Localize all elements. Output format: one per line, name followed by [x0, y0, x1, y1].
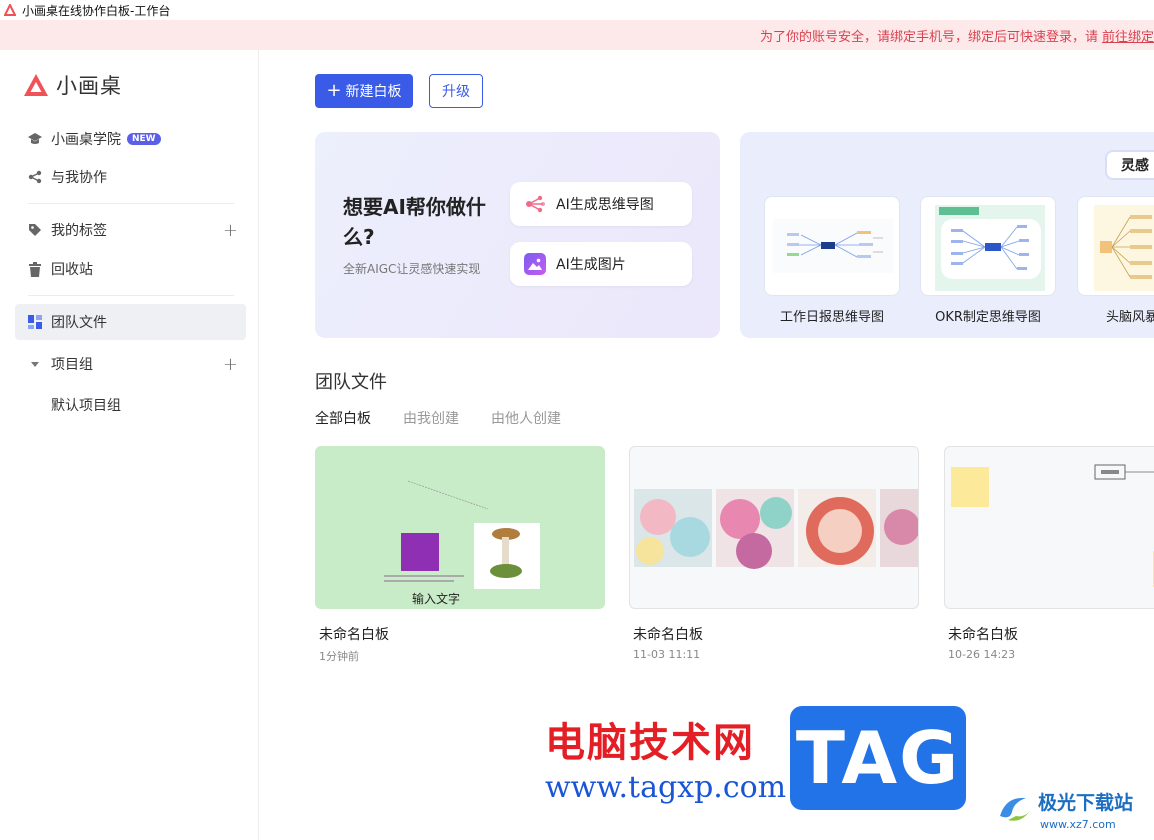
board-name[interactable]: 未命名白板	[633, 624, 703, 644]
sidebar: 小画桌 小画桌学院 NEW 与我协作 我的标签 + 回收站 团队文件 项目组 +…	[0, 50, 259, 840]
new-board-button[interactable]: + 新建白板	[315, 74, 413, 108]
sidebar-item-label: 项目组	[51, 357, 93, 373]
sidebar-item-label: 小画桌学院	[51, 132, 121, 148]
trash-icon	[27, 261, 43, 277]
board-thumb-text: 输入文字	[411, 592, 460, 606]
sidebar-item-label: 我的标签	[51, 223, 107, 239]
sidebar-item-academy[interactable]: 小画桌学院 NEW	[15, 121, 246, 157]
tab-created-by-me[interactable]: 由我创建	[403, 408, 459, 428]
template-thumbnail	[773, 219, 893, 273]
board-time: 10-26 14:23	[948, 648, 1016, 661]
sidebar-item-label: 与我协作	[51, 170, 107, 186]
board-name[interactable]: 未命名白板	[948, 624, 1018, 644]
swirl-logo-icon	[1000, 797, 1032, 821]
template-thumbnail	[935, 205, 1045, 291]
watermark-tag-logo: TAG	[790, 706, 966, 810]
watermark-url: www.tagxp.com	[545, 770, 787, 805]
board-time: 1分钟前	[319, 650, 359, 663]
watermark-site-name: 电脑技术网	[545, 720, 755, 766]
brand-name: 小画桌	[56, 74, 122, 98]
template-card-okr[interactable]	[920, 196, 1056, 296]
watermark-xz-url: www.xz7.com	[1040, 818, 1116, 831]
plus-icon: +	[326, 80, 342, 101]
board-thumbnail	[951, 464, 1154, 587]
team-files-icon	[27, 314, 43, 330]
upgrade-button[interactable]: 升级	[429, 74, 483, 108]
ai-image-label: AI生成图片	[556, 257, 626, 273]
template-card-daily-report[interactable]	[764, 196, 900, 296]
ai-mindmap-label: AI生成思维导图	[556, 197, 654, 213]
sidebar-divider	[28, 295, 234, 296]
tab-created-by-others[interactable]: 由他人创建	[491, 408, 561, 428]
sidebar-item-trash[interactable]: 回收站	[15, 251, 246, 287]
template-card-brainstorm[interactable]	[1077, 196, 1154, 296]
board-card[interactable]: 输入文字	[315, 446, 605, 609]
window-title: 小画桌在线协作白板-工作台	[22, 3, 171, 18]
template-thumbnail	[1094, 205, 1154, 291]
tag-icon	[27, 222, 43, 238]
sidebar-divider	[28, 203, 234, 204]
inspiration-tag[interactable]: 灵感	[1105, 150, 1154, 180]
ai-mindmap-button[interactable]: AI生成思维导图	[510, 182, 692, 226]
sidebar-item-default-project[interactable]: 默认项目组	[51, 395, 121, 415]
inspiration-card: 灵感 工作日报思维导图 OKR制定思维导图 头脑风暴	[740, 132, 1154, 338]
template-label: 工作日报思维导图	[779, 310, 884, 325]
caret-down-icon[interactable]	[27, 356, 43, 372]
share-icon	[27, 169, 43, 185]
window-titlebar: 小画桌在线协作白板-工作台	[0, 0, 1154, 20]
ai-image-icon	[524, 253, 546, 275]
board-time: 11-03 11:11	[633, 648, 701, 661]
security-notice-text: 为了你的账号安全，请绑定手机号，绑定后可快速登录，请	[759, 29, 1098, 45]
board-card[interactable]	[629, 446, 919, 609]
graduation-cap-icon	[27, 131, 43, 147]
brand-logo-icon	[24, 74, 48, 96]
sidebar-item-shared[interactable]: 与我协作	[15, 159, 246, 195]
ai-card-subtitle: 全新AIGC让灵感快速实现	[343, 262, 481, 276]
tab-all-boards[interactable]: 全部白板	[315, 408, 371, 428]
sidebar-item-project-group[interactable]: 项目组 +	[15, 346, 246, 382]
add-project-icon[interactable]: +	[223, 354, 238, 375]
board-thumbnail	[634, 489, 918, 569]
sidebar-item-team-files[interactable]: 团队文件	[15, 304, 246, 340]
sidebar-item-label: 回收站	[51, 262, 93, 278]
bind-phone-link[interactable]: 前往绑定	[1102, 26, 1154, 45]
new-badge: NEW	[127, 133, 161, 145]
sidebar-item-tags[interactable]: 我的标签 +	[15, 212, 246, 248]
new-board-label: 新建白板	[345, 84, 402, 100]
ai-assistant-card: 想要AI帮你做什么? 全新AIGC让灵感快速实现 AI生成思维导图 AI生成图片	[315, 132, 720, 338]
ai-image-button[interactable]: AI生成图片	[510, 242, 692, 286]
ai-card-title: 想要AI帮你做什么?	[343, 195, 486, 249]
security-notice-bar: 为了你的账号安全，请绑定手机号，绑定后可快速登录，请 前往绑定	[0, 20, 1154, 50]
template-label: OKR制定思维导图	[935, 310, 1041, 325]
board-card[interactable]	[944, 446, 1154, 609]
watermark-xz-name: 极光下载站	[1038, 792, 1134, 814]
sidebar-item-label: 团队文件	[51, 315, 107, 331]
template-label: 头脑风暴会议	[1105, 310, 1154, 325]
mindmap-icon	[524, 193, 546, 215]
brand[interactable]: 小画桌	[22, 70, 122, 100]
add-tag-icon[interactable]: +	[223, 220, 238, 241]
board-name[interactable]: 未命名白板	[319, 624, 389, 644]
section-title: 团队文件	[315, 372, 387, 393]
board-thumbnail	[384, 480, 540, 589]
app-logo-icon	[4, 4, 16, 16]
